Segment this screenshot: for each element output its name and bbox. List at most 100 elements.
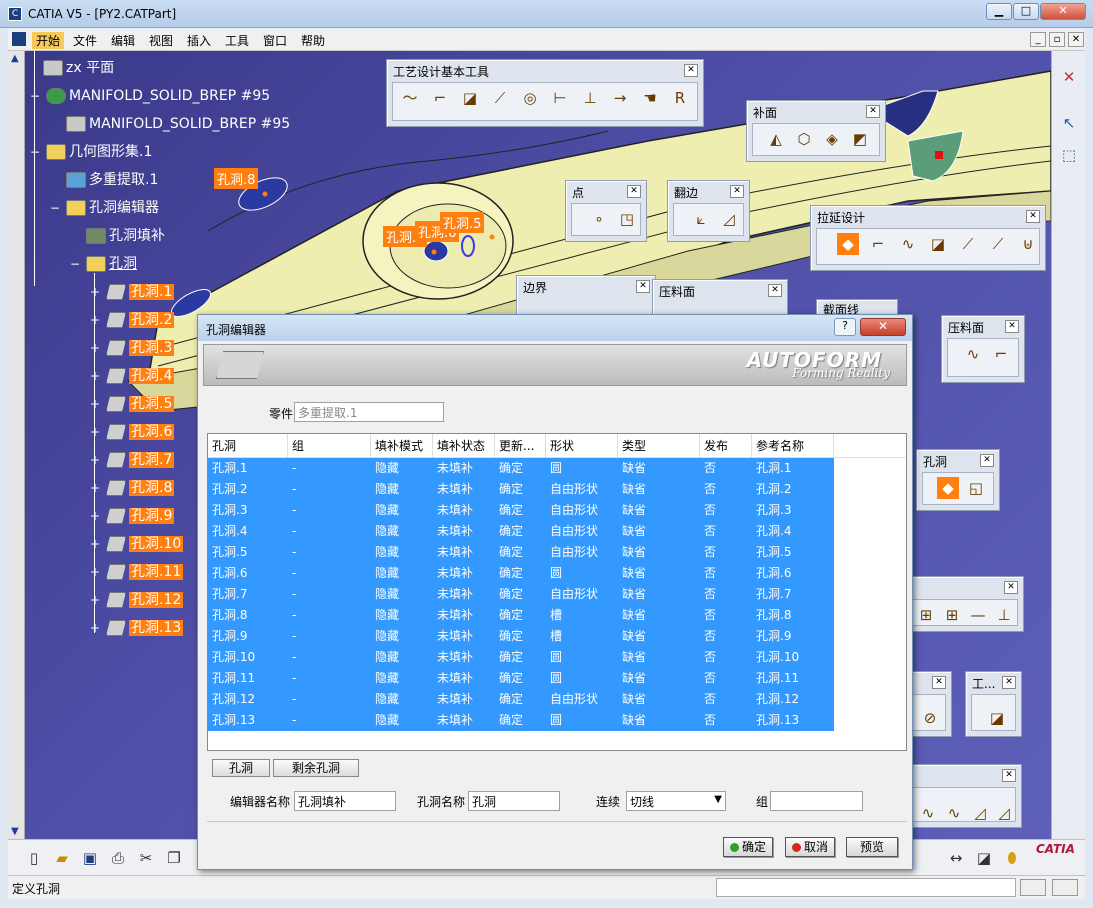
up-arrow-icon[interactable]: ⊥: [993, 604, 1015, 626]
column-header[interactable]: 参考名称: [752, 434, 834, 458]
menu-window[interactable]: 窗口: [263, 32, 287, 49]
toolbar-close-button[interactable]: ✕: [627, 185, 641, 198]
tree-node-zx-plane[interactable]: zx 平面: [43, 57, 114, 79]
tree-node-hole[interactable]: 孔洞.9: [106, 505, 175, 527]
rotate-tool-icon[interactable]: R: [669, 87, 691, 109]
toolbar-close-button[interactable]: ✕: [1026, 210, 1040, 223]
table-row[interactable]: 孔洞.5 - 隐藏 未填补 确定 自由形状 缺省 否 孔洞.5: [208, 542, 834, 563]
cut-icon[interactable]: ✂: [136, 848, 156, 868]
binder-surface-icon[interactable]: ∿: [962, 343, 984, 365]
menu-help[interactable]: 帮助: [301, 32, 325, 49]
mdi-close-button[interactable]: ✕: [1068, 32, 1084, 47]
binder-step-icon[interactable]: ⌐: [990, 343, 1012, 365]
tree-expand-toggle[interactable]: +: [90, 342, 100, 354]
curve-tool-icon[interactable]: 〜: [399, 87, 421, 109]
toolbar-close-button[interactable]: ✕: [1002, 676, 1016, 689]
patch-cube-icon[interactable]: ⬡: [793, 128, 815, 150]
tree-node-hole[interactable]: 孔洞.6: [106, 421, 175, 443]
inertia-icon[interactable]: ⬮: [1002, 848, 1022, 868]
tree-node-hole[interactable]: 孔洞.7: [106, 449, 175, 471]
table-row[interactable]: 孔洞.11 - 隐藏 未填补 确定 圆 缺省 否 孔洞.11: [208, 668, 834, 689]
status-button[interactable]: [1020, 879, 1046, 896]
table-row[interactable]: 孔洞.10 - 隐藏 未填补 确定 圆 缺省 否 孔洞.10: [208, 647, 834, 668]
tree-expand-toggle[interactable]: +: [90, 510, 100, 522]
table-row[interactable]: 孔洞.1 - 隐藏 未填补 确定 圆 缺省 否 孔洞.1: [208, 458, 834, 479]
tree-node-hole[interactable]: 孔洞.1: [106, 281, 175, 303]
column-header[interactable]: 形状: [546, 434, 618, 458]
menu-edit[interactable]: 编辑: [111, 32, 135, 49]
tree-expand-toggle[interactable]: +: [90, 370, 100, 382]
tree-node-hole[interactable]: 孔洞.13: [106, 617, 184, 639]
addendum-icon[interactable]: ◆: [837, 233, 859, 255]
tree-node-hole[interactable]: 孔洞.2: [106, 309, 175, 331]
profile-icon[interactable]: ⌐: [867, 233, 889, 255]
mdi-restore-button[interactable]: ▫: [1049, 32, 1065, 47]
column-header[interactable]: 更新...: [495, 434, 546, 458]
flange-corner-icon[interactable]: ◿: [718, 208, 740, 230]
measure-item-icon[interactable]: ◪: [974, 848, 994, 868]
tree-collapse-toggle[interactable]: −: [30, 146, 40, 158]
tree-expand-toggle[interactable]: +: [90, 482, 100, 494]
preview-button[interactable]: 预览: [846, 837, 898, 857]
tree-node-hole[interactable]: 孔洞.3: [106, 337, 175, 359]
column-header[interactable]: 组: [288, 434, 371, 458]
wave-2-icon[interactable]: ∿: [943, 802, 965, 824]
toolbar-close-button[interactable]: ✕: [932, 676, 946, 689]
viewport-label-hole8[interactable]: 孔洞.8: [214, 168, 259, 189]
viewport-label-hole5[interactable]: 孔洞.5: [440, 212, 485, 233]
close-button[interactable]: ✕: [1040, 3, 1086, 20]
tree-node-multi-extract[interactable]: 多重提取.1: [66, 169, 158, 191]
table-row[interactable]: 孔洞.13 - 隐藏 未填补 确定 圆 缺省 否 孔洞.13: [208, 710, 834, 731]
continuity-select[interactable]: 切线 ▼: [626, 791, 726, 811]
bend-2-icon[interactable]: ◿: [993, 802, 1015, 824]
line-icon[interactable]: —: [967, 604, 989, 626]
table-row[interactable]: 孔洞.9 - 隐藏 未填补 确定 槽 缺省 否 孔洞.9: [208, 626, 834, 647]
editor-name-field[interactable]: 孔洞填补: [294, 791, 396, 811]
tab-holes[interactable]: 孔洞: [212, 759, 270, 777]
trim-tool-icon[interactable]: ⊢: [549, 87, 571, 109]
table-row[interactable]: 孔洞.4 - 隐藏 未填补 确定 自由形状 缺省 否 孔洞.4: [208, 521, 834, 542]
wave-icon[interactable]: ∿: [917, 802, 939, 824]
tree-node-manifold-solid[interactable]: MANIFOLD_SOLID_BREP #95: [46, 85, 270, 107]
tree-node-geometric-set[interactable]: 几何图形集.1: [46, 141, 152, 163]
scroll-down-icon[interactable]: ▼: [11, 826, 19, 837]
die-face-icon[interactable]: ◪: [927, 233, 949, 255]
tree-node-manifold-surface[interactable]: MANIFOLD_SOLID_BREP #95: [66, 113, 290, 135]
ok-button[interactable]: 确定: [723, 837, 773, 857]
menu-insert[interactable]: 插入: [187, 32, 211, 49]
split-icon[interactable]: ⊘: [919, 707, 941, 729]
blend-icon[interactable]: ∿: [897, 233, 919, 255]
tree-expand-toggle[interactable]: +: [90, 622, 100, 634]
column-header[interactable]: 发布: [700, 434, 752, 458]
dialog-help-button[interactable]: ?: [834, 318, 856, 336]
patch-corner-icon[interactable]: ◩: [849, 128, 871, 150]
toolbar-close-button[interactable]: ✕: [768, 284, 782, 297]
cylinder-tool-icon[interactable]: ◎: [519, 87, 541, 109]
cancel-button[interactable]: 取消: [785, 837, 835, 857]
status-button-2[interactable]: [1052, 879, 1078, 896]
tree-node-hole-fill[interactable]: 孔洞填补: [86, 225, 165, 247]
menu-start[interactable]: 开始: [32, 32, 65, 49]
toolbar-close-button[interactable]: ✕: [1005, 320, 1019, 333]
toolbar-close-button[interactable]: ✕: [684, 64, 698, 77]
hole-name-field[interactable]: 孔洞: [468, 791, 560, 811]
measure-between-icon[interactable]: ↔: [946, 848, 966, 868]
tree-vertical-scrollbar[interactable]: ▲ ▼: [8, 51, 25, 839]
patch-surface-icon[interactable]: ◭: [765, 128, 787, 150]
group-field[interactable]: [770, 791, 863, 811]
tree-node-hole[interactable]: 孔洞.12: [106, 589, 184, 611]
project-tool-icon[interactable]: ⊥: [579, 87, 601, 109]
tree-collapse-toggle[interactable]: −: [30, 90, 40, 102]
sweep-tool-icon[interactable]: ⟋: [489, 87, 511, 109]
point-on-surface-icon[interactable]: ◳: [616, 208, 638, 230]
tree-node-hole[interactable]: 孔洞.10: [106, 533, 184, 555]
select-trap-icon[interactable]: ⬚: [1059, 145, 1079, 165]
tree-expand-toggle[interactable]: +: [90, 566, 100, 578]
table-row[interactable]: 孔洞.6 - 隐藏 未填补 确定 圆 缺省 否 孔洞.6: [208, 563, 834, 584]
save-icon[interactable]: ▣: [80, 848, 100, 868]
document-icon[interactable]: [12, 32, 26, 46]
binder-icon[interactable]: ⊎: [1017, 233, 1039, 255]
print-icon[interactable]: ⎙: [108, 848, 128, 868]
toolbar-close-button[interactable]: ✕: [1004, 581, 1018, 594]
tree-node-hole[interactable]: 孔洞.5: [106, 393, 175, 415]
